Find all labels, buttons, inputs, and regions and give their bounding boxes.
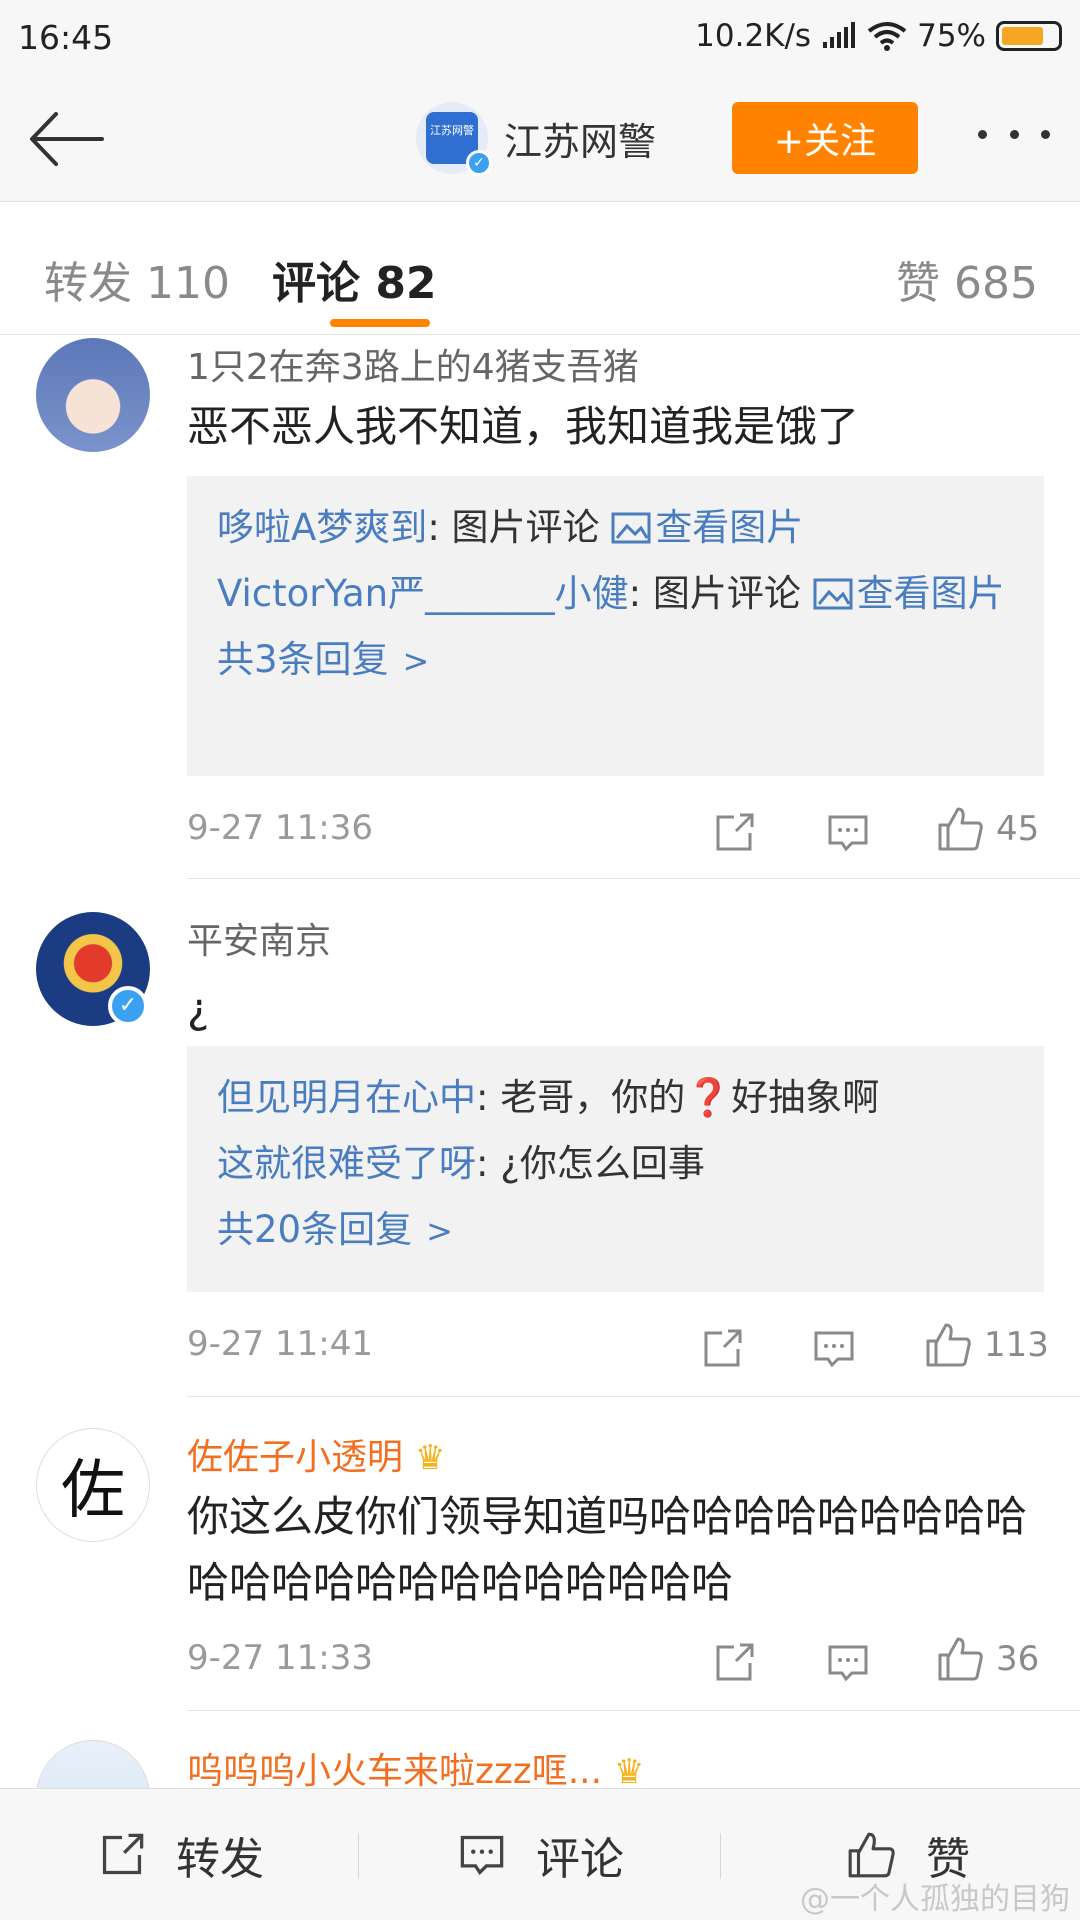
bottom-comment-label: 评论 xyxy=(536,1834,624,1885)
like-count: 36 xyxy=(996,1639,1040,1679)
share-icon[interactable] xyxy=(712,1638,756,1688)
comment-username[interactable]: 1只2在奔3路上的4猪支吾猪 xyxy=(187,338,639,390)
comment-username-text: 呜呜呜小火车来啦zzz哐... xyxy=(187,1751,603,1788)
share-icon xyxy=(102,1833,144,1875)
more-options-icon[interactable] xyxy=(978,114,1050,154)
reply-line: VictorYan严_______小健: 图片评论 查看图片 xyxy=(217,564,1014,624)
battery-icon xyxy=(996,21,1062,51)
account-name[interactable]: 江苏网警 xyxy=(504,111,656,166)
total-replies-link[interactable]: 共3条回复 > xyxy=(217,630,1014,691)
tab-like[interactable]: 赞 685 xyxy=(896,247,1038,311)
comment-username[interactable]: 平安南京 xyxy=(187,912,331,964)
reply-line: 这就很难受了呀: ¿你怎么回事 xyxy=(217,1134,1014,1194)
reply-text: : 老哥，你的❓好抽象啊 xyxy=(476,1076,880,1119)
share-icon[interactable] xyxy=(712,808,756,858)
vip-crown-icon: ♛ xyxy=(415,1438,446,1478)
status-indicators: 10.2K/s 75% xyxy=(695,16,1062,56)
total-replies-link[interactable]: 共20条回复 > xyxy=(217,1200,1014,1261)
reply-username[interactable]: 哆啦A梦爽到 xyxy=(217,506,427,549)
bottom-repost-label: 转发 xyxy=(176,1834,264,1885)
comment-divider xyxy=(187,1396,1080,1397)
like-button[interactable]: 36 xyxy=(936,1634,1039,1684)
comment-icon[interactable] xyxy=(826,808,870,858)
comment-item: ✓ 平安南京 ¿ 但见明月在心中: 老哥，你的❓好抽象啊 这就很难受了呀: ¿你… xyxy=(0,912,1080,1397)
bottom-separator xyxy=(720,1833,721,1879)
reply-username[interactable]: 这就很难受了呀 xyxy=(217,1142,476,1185)
thumbs-up-icon xyxy=(938,1637,983,1681)
weibo-watermark: @一个人孤独的目狗 xyxy=(800,1882,1070,1917)
reply-username[interactable]: VictorYan严_______小健 xyxy=(217,572,629,615)
tab-bar: 转发 110 评论 82 赞 685 xyxy=(0,203,1080,335)
comment-content: 恶不恶人我不知道，我知道我是饿了 xyxy=(187,402,860,451)
avatar[interactable] xyxy=(36,1740,150,1788)
chevron-right-icon: > xyxy=(402,642,430,680)
total-replies-label: 共3条回复 xyxy=(217,638,389,681)
comment-content: 你这么皮你们领导知道吗哈哈哈哈哈哈哈哈哈哈哈哈哈哈哈哈哈哈哈哈哈哈 xyxy=(187,1492,1028,1607)
reply-text: : 图片评论 xyxy=(427,506,612,549)
comment-item: 呜呜呜小火车来啦zzz哐... ♛ xyxy=(0,1740,1080,1788)
avatar[interactable] xyxy=(36,338,150,452)
comment-time: 9-27 11:41 xyxy=(187,1324,373,1364)
bottom-separator xyxy=(358,1833,359,1879)
image-icon xyxy=(813,578,853,610)
verified-badge-icon: ✓ xyxy=(108,986,148,1026)
comment-username-text: 佐佐子小透明 xyxy=(187,1437,404,1478)
status-time: 16:45 xyxy=(18,18,114,57)
tab-repost[interactable]: 转发 110 xyxy=(44,247,230,311)
follow-button[interactable]: +关注 xyxy=(732,102,918,174)
comment-divider xyxy=(187,1710,1080,1711)
bottom-comment-button[interactable]: 评论 xyxy=(458,1789,624,1920)
verified-badge-icon: ✓ xyxy=(466,150,492,176)
chevron-right-icon: > xyxy=(426,1212,453,1250)
comment-divider xyxy=(187,878,1080,879)
comment-icon[interactable] xyxy=(826,1638,870,1688)
total-replies-label: 共20条回复 xyxy=(217,1208,413,1251)
like-count: 45 xyxy=(996,809,1040,849)
account-avatar[interactable]: 江苏网警 ✓ xyxy=(416,102,492,176)
reply-box[interactable]: 但见明月在心中: 老哥，你的❓好抽象啊 这就很难受了呀: ¿你怎么回事 共20条… xyxy=(187,1046,1044,1292)
comment-icon xyxy=(460,1835,504,1876)
active-tab-indicator xyxy=(330,319,430,327)
view-image-link[interactable]: 查看图片 xyxy=(813,572,1005,615)
comment-username[interactable]: 佐佐子小透明 ♛ xyxy=(187,1428,446,1480)
comment-item: 1只2在奔3路上的4猪支吾猪 恶不恶人我不知道，我知道我是饿了 哆啦A梦爽到: … xyxy=(0,338,1080,879)
wifi-icon xyxy=(867,22,907,51)
reply-line: 但见明月在心中: 老哥，你的❓好抽象啊 xyxy=(217,1068,1014,1128)
reply-line: 哆啦A梦爽到: 图片评论 查看图片 xyxy=(217,498,1014,558)
thumbs-up-icon xyxy=(848,1832,895,1878)
account-info[interactable]: 江苏网警 ✓ 江苏网警 xyxy=(416,102,656,176)
view-image-link[interactable]: 查看图片 xyxy=(611,506,803,549)
comment-time: 9-27 11:36 xyxy=(187,808,373,848)
reply-box[interactable]: 哆啦A梦爽到: 图片评论 查看图片 VictorYan严_______小健: 图… xyxy=(187,476,1044,776)
vip-crown-icon: ♛ xyxy=(614,1752,645,1788)
comment-content: ¿ xyxy=(187,984,210,1033)
bottom-repost-button[interactable]: 转发 xyxy=(98,1789,264,1920)
battery-percent: 75% xyxy=(917,18,986,54)
share-icon[interactable] xyxy=(700,1324,744,1374)
thumbs-up-icon xyxy=(938,807,983,851)
status-bar: 16:45 10.2K/s 75% xyxy=(0,0,1080,74)
back-arrow-icon[interactable] xyxy=(26,104,106,174)
avatar[interactable]: 佐 xyxy=(36,1428,150,1542)
view-image-label: 查看图片 xyxy=(655,506,804,549)
network-speed: 10.2K/s xyxy=(695,18,812,54)
reply-username[interactable]: 但见明月在心中 xyxy=(217,1076,476,1119)
image-icon xyxy=(611,512,651,544)
like-button[interactable]: 113 xyxy=(924,1320,1049,1370)
thumbs-up-icon xyxy=(926,1323,971,1367)
comment-username[interactable]: 呜呜呜小火车来啦zzz哐... ♛ xyxy=(187,1742,645,1788)
like-count: 113 xyxy=(984,1325,1049,1365)
signal-icon xyxy=(823,22,856,48)
view-image-label: 查看图片 xyxy=(856,572,1005,615)
reply-text: : 图片评论 xyxy=(628,572,813,615)
comment-time: 9-27 11:33 xyxy=(187,1638,373,1678)
top-nav: 江苏网警 ✓ 江苏网警 +关注 xyxy=(0,74,1080,202)
like-button[interactable]: 45 xyxy=(936,804,1039,854)
tab-comment[interactable]: 评论 82 xyxy=(272,247,437,311)
comment-icon[interactable] xyxy=(812,1324,856,1374)
comment-item: 佐 佐佐子小透明 ♛ 你这么皮你们领导知道吗哈哈哈哈哈哈哈哈哈哈哈哈哈哈哈哈哈哈哈… xyxy=(0,1428,1080,1711)
reply-text: : ¿你怎么回事 xyxy=(476,1142,705,1185)
